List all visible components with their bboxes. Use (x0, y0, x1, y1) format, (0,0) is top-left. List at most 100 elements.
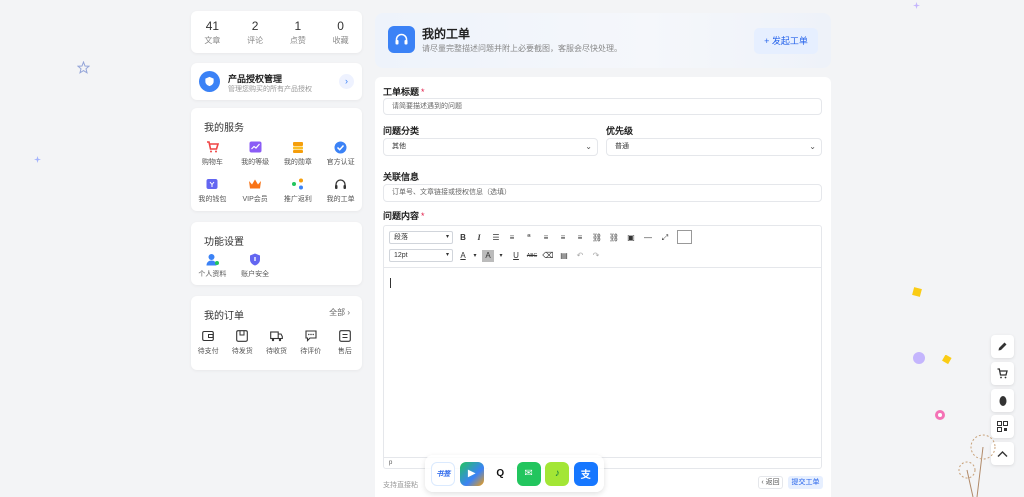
text-cursor (390, 278, 391, 288)
chevron-down-icon[interactable]: ▾ (495, 250, 507, 262)
bubble-decoration-icon (913, 352, 925, 364)
settings-item-profile[interactable]: 个人资料 (191, 252, 234, 279)
wallet-icon (205, 177, 219, 191)
wechat-icon[interactable]: ✉ (516, 461, 541, 486)
stat-likes[interactable]: 1 点赞 (290, 19, 306, 46)
category-value: 其他 (392, 143, 406, 150)
flower-decoration-icon (935, 410, 945, 420)
block-format-value: 段落 (394, 234, 408, 241)
service-item-tickets[interactable]: 我的工单 (319, 177, 362, 204)
text-color-icon[interactable]: A (457, 250, 469, 262)
bold-icon[interactable]: B (457, 232, 469, 244)
undo-icon[interactable]: ↶ (574, 250, 586, 262)
align-center-icon[interactable]: ≡ (557, 232, 569, 244)
bullet-list-icon[interactable]: ☰ (490, 232, 502, 244)
order-item-pending-receipt[interactable]: 待收货 (259, 329, 293, 356)
service-item-medal[interactable]: 我的勋章 (277, 140, 320, 167)
submit-ticket-button[interactable]: 提交工单 (788, 476, 823, 489)
service-label: 我的工单 (326, 196, 355, 203)
related-info-input[interactable]: 订单号、文章链接或授权信息（选填） (383, 184, 822, 202)
verified-icon (334, 140, 348, 154)
new-ticket-button[interactable]: + 发起工单 (754, 28, 818, 54)
paste-icon[interactable]: ▤ (558, 250, 570, 262)
block-format-select[interactable]: 段落 ▾ (389, 231, 453, 244)
stat-value: 1 (294, 18, 302, 33)
qq-icon[interactable]: Q (488, 461, 513, 486)
label-text: 工单标题 (383, 87, 420, 97)
refund-icon (338, 329, 352, 343)
service-item-affiliate[interactable]: 推广返利 (277, 177, 320, 204)
order-label: 售后 (337, 348, 352, 355)
order-item-pending-payment[interactable]: 待支付 (191, 329, 225, 356)
service-item-cart[interactable]: 购物车 (191, 140, 234, 167)
content-field-label: 问题内容 * (383, 209, 425, 222)
stat-articles[interactable]: 41 文章 (204, 19, 220, 46)
editor-content-area[interactable] (384, 268, 821, 458)
redo-icon[interactable]: ↷ (590, 250, 602, 262)
blockquote-icon[interactable]: “ (523, 232, 535, 244)
back-button[interactable]: ‹ 返回 (758, 476, 783, 489)
chevron-down-icon[interactable]: ▾ (469, 250, 481, 262)
service-label: 我的钱包 (198, 196, 227, 203)
stat-label: 点赞 (289, 35, 306, 45)
service-label: 官方认证 (326, 159, 355, 166)
font-size-value: 12pt (394, 252, 408, 259)
italic-icon[interactable]: I (473, 232, 485, 244)
wallet-icon (201, 329, 215, 343)
edit-icon[interactable] (991, 335, 1014, 358)
order-item-pending-shipment[interactable]: 待发货 (225, 329, 259, 356)
service-item-verified[interactable]: 官方认证 (319, 140, 362, 167)
service-item-wallet[interactable]: 我的钱包 (191, 177, 234, 204)
align-left-icon[interactable]: ≡ (540, 232, 552, 244)
eraser-icon[interactable]: ⌫ (542, 250, 554, 262)
product-license-subtitle: 管理您购买的所有产品授权 (228, 86, 312, 93)
unlink-icon[interactable]: ⛓ (608, 232, 620, 244)
underline-icon[interactable]: U (510, 250, 522, 262)
priority-select[interactable]: 普通 ⌄ (606, 138, 822, 156)
service-item-vip[interactable]: VIP会员 (234, 177, 277, 204)
box-icon (235, 329, 249, 343)
product-license-card[interactable]: 产品授权管理 管理您购买的所有产品授权 › (191, 63, 362, 100)
link-icon[interactable]: ⛓ (591, 232, 603, 244)
ticket-title-input[interactable]: 请简要描述遇到的问题 (383, 98, 822, 115)
orders-view-all-link[interactable]: 全部 › (329, 307, 350, 318)
service-item-level[interactable]: 我的等级 (234, 140, 277, 167)
stat-favorites[interactable]: 0 收藏 (333, 19, 349, 46)
cart-icon[interactable] (991, 362, 1014, 385)
image-icon[interactable]: ▣ (625, 232, 637, 244)
stat-comments[interactable]: 2 评论 (247, 19, 263, 46)
section-title: 我的订单 (204, 311, 244, 322)
alipay-icon[interactable]: 支 (573, 461, 598, 486)
page-title: 我的工单 (422, 27, 471, 41)
play-icon[interactable]: ▶ (459, 461, 484, 486)
star-decoration-icon (34, 156, 41, 163)
app-dock: 书签 ▶ Q ✉ ♪ 支 (425, 455, 604, 492)
chart-icon (248, 140, 262, 154)
numbered-list-icon[interactable]: ≡ (506, 232, 518, 244)
order-item-after-sales[interactable]: 售后 (328, 329, 362, 356)
source-code-icon[interactable] (677, 230, 692, 244)
settings-item-security[interactable]: 账户安全 (234, 252, 277, 279)
qq-icon[interactable] (991, 389, 1014, 412)
align-right-icon[interactable]: ≡ (574, 232, 586, 244)
required-mark: * (421, 87, 425, 97)
crown-icon (248, 177, 262, 191)
fullscreen-icon[interactable]: ⤢ (659, 232, 671, 244)
order-label: 待支付 (197, 348, 219, 355)
order-item-pending-review[interactable]: 待评价 (294, 329, 328, 356)
headset-icon (334, 177, 348, 191)
music-icon[interactable]: ♪ (545, 461, 570, 486)
chevron-right-icon[interactable]: › (339, 74, 354, 89)
shield-icon (248, 252, 262, 266)
tiebajun-icon[interactable]: 书签 (431, 461, 456, 486)
chevron-down-icon: ▾ (445, 234, 449, 240)
strikethrough-icon[interactable]: ABC (526, 250, 538, 262)
chevron-down-icon: ⌄ (585, 142, 592, 151)
settings-card: 功能设置 个人资料 账户安全 (191, 222, 362, 285)
font-size-select[interactable]: 12pt ▾ (389, 249, 453, 262)
editor-toolbar: 段落 ▾ B I ☰ ≡ “ ≡ ≡ ≡ ⛓ ⛓ ▣ — ⤢ 12pt ▾ A ▾ … (384, 226, 821, 268)
cart-icon (205, 140, 219, 154)
background-color-icon[interactable]: A (482, 250, 494, 262)
category-select[interactable]: 其他 ⌄ (383, 138, 598, 156)
horizontal-rule-icon[interactable]: — (642, 232, 654, 244)
